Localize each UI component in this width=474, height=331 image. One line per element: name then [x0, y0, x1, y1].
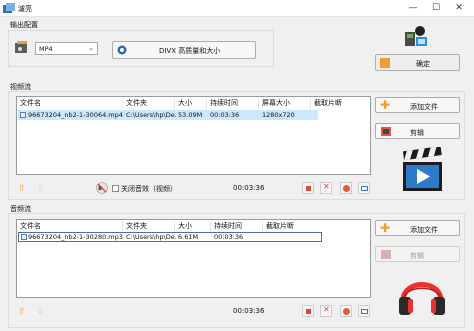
- minimize-button[interactable]: —: [403, 0, 423, 16]
- ok-button[interactable]: 确定: [375, 54, 460, 71]
- audio-row-duration: 00:03:36: [214, 233, 244, 241]
- ok-icon: [380, 58, 390, 68]
- audio-edit-label: 剪辑: [410, 252, 424, 260]
- video-edit-button[interactable]: 剪辑: [375, 123, 460, 139]
- mute-icon: [96, 182, 108, 194]
- audio-total-time: 00:03:36: [233, 307, 265, 315]
- audio-row-name: 96673204_nb2-1-30280.mp3: [28, 233, 123, 241]
- output-settings-icon: [405, 26, 427, 46]
- video-remove-icon[interactable]: ✕: [320, 182, 332, 194]
- edit-icon: [381, 250, 391, 259]
- audio-stop-icon[interactable]: [340, 305, 352, 317]
- video-row-screen: 1280x720: [262, 111, 295, 119]
- move-up-icon[interactable]: ⇧: [18, 184, 26, 194]
- headphones-icon: [399, 282, 445, 315]
- video-add-file-button[interactable]: ✚ 添加文件: [375, 97, 460, 113]
- format-value: MP4: [39, 45, 53, 53]
- video-info-icon[interactable]: [358, 182, 370, 194]
- video-file-list[interactable]: 文件名 文件夹 大小 持续时间 屏幕大小 截取片断 96673204_nb2-1…: [16, 96, 371, 175]
- output-config-label: 输出配置: [10, 21, 38, 29]
- maximize-button[interactable]: ☐: [426, 0, 446, 16]
- audio-col-folder[interactable]: 文件夹: [123, 221, 175, 232]
- table-row[interactable]: 96673204_nb2-1-30064.mp4 C:\Users\hp\De.…: [18, 110, 318, 120]
- video-row-name: 96673204_nb2-1-30064.mp4: [28, 111, 123, 119]
- video-col-folder[interactable]: 文件夹: [123, 98, 175, 109]
- video-col-filename[interactable]: 文件名: [17, 98, 123, 109]
- mute-checkbox[interactable]: [112, 185, 119, 192]
- mute-label: 关闭音效（视频）: [121, 185, 177, 193]
- video-row-size: 53.09M: [178, 111, 203, 119]
- audio-file-list[interactable]: 文件名 文件夹 大小 持续时间 截取片断 96673204_nb2-1-3028…: [16, 219, 371, 298]
- close-button[interactable]: ✕: [449, 0, 469, 16]
- video-col-screen[interactable]: 屏幕大小: [259, 98, 311, 109]
- app-icon: [3, 3, 15, 13]
- move-up-icon[interactable]: ⇧: [18, 307, 26, 317]
- plus-icon: ✚: [380, 98, 391, 112]
- audio-col-filename[interactable]: 文件名: [17, 221, 123, 232]
- table-row[interactable]: 96673204_nb2-1-30280.mp3 C:\Users\hp\De.…: [18, 232, 322, 242]
- title-bar: 濾亮 — ☐ ✕: [0, 0, 474, 17]
- edit-icon: [381, 127, 391, 136]
- audio-info-icon[interactable]: [358, 305, 370, 317]
- video-col-size[interactable]: 大小: [175, 98, 207, 109]
- audio-delete-icon[interactable]: [302, 305, 314, 317]
- audio-remove-icon[interactable]: ✕: [320, 305, 332, 317]
- video-total-time: 00:03:36: [233, 184, 265, 192]
- audio-row-folder: C:\Users\hp\De...: [126, 233, 176, 241]
- audio-add-file-label: 添加文件: [410, 226, 438, 234]
- clapperboard-icon: [402, 147, 442, 191]
- chevron-down-icon: ⌄: [88, 44, 94, 52]
- video-col-duration[interactable]: 持续时间: [207, 98, 259, 109]
- video-stop-icon[interactable]: [340, 182, 352, 194]
- file-icon: [20, 112, 26, 118]
- audio-add-file-button[interactable]: ✚ 添加文件: [375, 220, 460, 236]
- video-col-clip[interactable]: 截取片断: [311, 98, 370, 109]
- video-delete-icon[interactable]: [302, 182, 314, 194]
- video-add-file-label: 添加文件: [410, 103, 438, 111]
- audio-col-clip[interactable]: 截取片断: [263, 221, 370, 232]
- quality-label: DIVX 高质量和大小: [159, 47, 221, 55]
- quality-button[interactable]: DIVX 高质量和大小: [112, 41, 256, 59]
- format-select[interactable]: MP4 ⌄: [35, 42, 98, 55]
- ok-label: 确定: [416, 60, 430, 68]
- window-title: 濾亮: [18, 5, 32, 13]
- audio-row-size: 6.61M: [178, 233, 199, 241]
- move-down-icon[interactable]: ⇩: [37, 184, 45, 194]
- video-edit-label: 剪辑: [410, 129, 424, 137]
- video-row-folder: C:\Users\hp\De...: [126, 111, 176, 119]
- plus-icon: ✚: [380, 221, 391, 235]
- audio-col-duration[interactable]: 持续时间: [211, 221, 263, 232]
- move-down-icon[interactable]: ⇩: [37, 307, 45, 317]
- audio-edit-button[interactable]: 剪辑: [375, 246, 460, 262]
- audio-col-size[interactable]: 大小: [175, 221, 211, 232]
- quality-icon: [117, 45, 127, 55]
- format-icon: [15, 41, 27, 53]
- video-row-duration: 00:03:36: [210, 111, 240, 119]
- file-icon: [21, 234, 27, 240]
